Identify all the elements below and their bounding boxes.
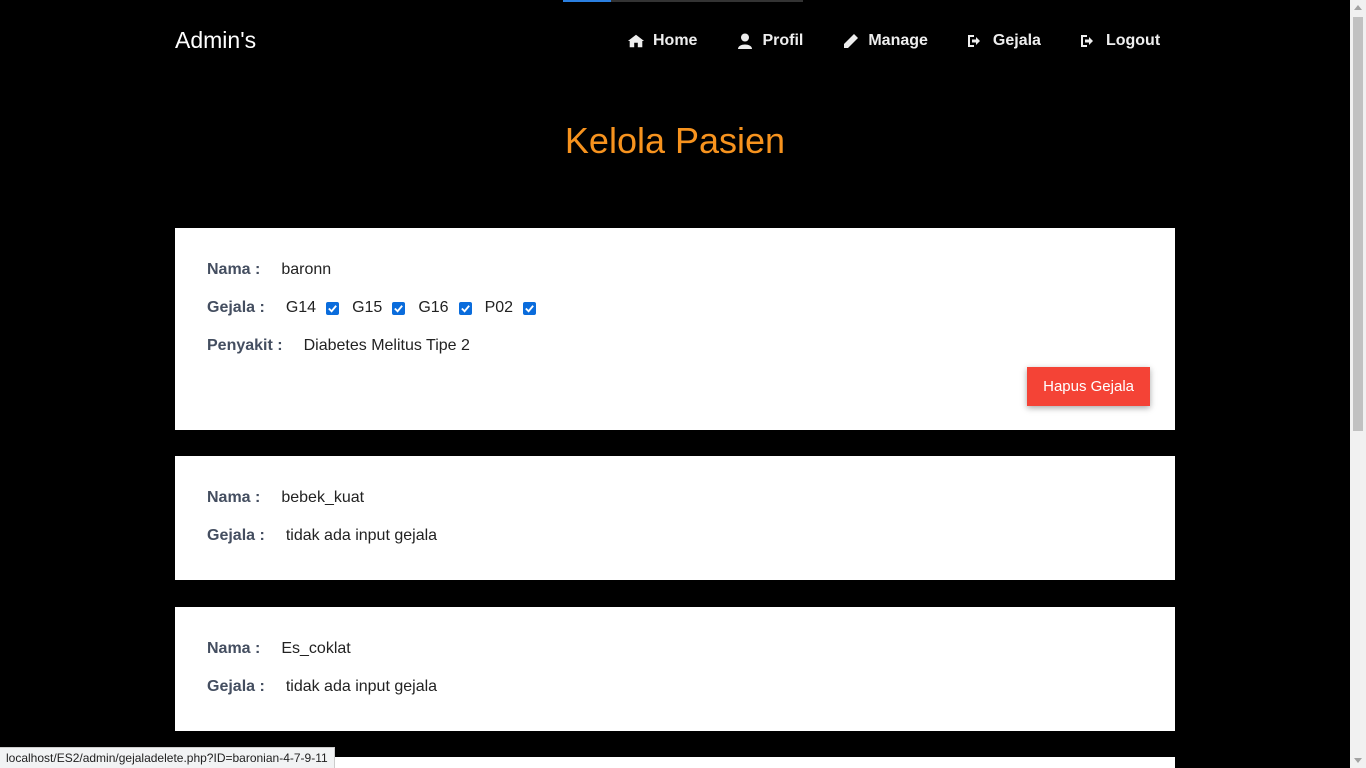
patient-penyakit-row: Penyakit : Diabetes Melitus Tipe 2 [207, 337, 470, 355]
scroll-up-icon[interactable] [1354, 5, 1362, 10]
nama-label: Nama : [207, 261, 261, 278]
main-nav: Home Profil Manage Gejala Logout [627, 30, 1160, 52]
hapus-gejala-button[interactable]: Hapus Gejala [1027, 367, 1150, 406]
scrollbar-thumb[interactable] [1353, 17, 1363, 431]
patient-name-row: Nama : bebek_kuat [207, 489, 364, 507]
patient-name-row: Nama : Es_coklat [207, 640, 351, 658]
page-title: Kelola Pasien [564, 120, 786, 161]
patient-name-row: Nama : baronn [207, 261, 331, 279]
gejala-checkbox[interactable] [523, 301, 537, 315]
gejala-label: Gejala : [207, 299, 265, 316]
gejala-label: Gejala : [207, 678, 265, 695]
vertical-scrollbar[interactable] [1350, 0, 1366, 768]
gejala-empty-text: tidak ada input gejala [285, 678, 438, 695]
patient-card: Nama : baronn Gejala : G14 G15 G16 P02 P… [175, 228, 1175, 430]
gejala-code: P02 [484, 299, 514, 316]
home-icon [627, 34, 645, 48]
nav-home[interactable]: Home [627, 30, 697, 52]
top-loading-bar [563, 0, 803, 2]
nav-profil-label: Profil [762, 32, 804, 49]
patient-penyakit: Diabetes Melitus Tipe 2 [303, 337, 470, 354]
nav-manage[interactable]: Manage [842, 30, 928, 52]
status-bar-url: localhost/ES2/admin/gejaladelete.php?ID=… [0, 747, 335, 768]
scroll-down-icon[interactable] [1354, 758, 1362, 763]
nama-label: Nama : [207, 640, 261, 657]
patient-name: bebek_kuat [281, 489, 365, 506]
nav-gejala[interactable]: Gejala [967, 30, 1041, 52]
penyakit-label: Penyakit : [207, 337, 283, 354]
gejala-checkbox[interactable] [326, 301, 340, 315]
gejala-code: G16 [418, 299, 449, 316]
nav-logout[interactable]: Logout [1080, 30, 1160, 52]
gejala-code: G14 [285, 299, 317, 316]
nav-home-label: Home [653, 32, 698, 49]
gejala-checkbox[interactable] [458, 301, 472, 315]
sign-out-icon [967, 35, 980, 47]
patient-card: Nama : bebek_kuat Gejala : tidak ada inp… [175, 456, 1175, 580]
nama-label: Nama : [207, 489, 261, 506]
gejala-checkbox[interactable] [392, 301, 406, 315]
gejala-empty-text: tidak ada input gejala [285, 527, 438, 544]
patient-name: Es_coklat [281, 640, 351, 657]
sign-out-icon [1080, 35, 1093, 47]
pencil-icon [844, 34, 859, 48]
patient-gejala-row: Gejala : tidak ada input gejala [207, 527, 437, 545]
nav-profil[interactable]: Profil [736, 30, 803, 52]
user-icon [738, 33, 753, 49]
nav-manage-label: Manage [868, 32, 928, 49]
gejala-code: G15 [352, 299, 383, 316]
gejala-label: Gejala : [207, 527, 265, 544]
patient-card: Nama : Es_coklat Gejala : tidak ada inpu… [175, 607, 1175, 731]
patient-gejala-row: Gejala : G14 G15 G16 P02 [207, 299, 549, 317]
nav-logout-label: Logout [1105, 32, 1161, 49]
brand-title[interactable]: Admin's [175, 27, 256, 54]
nav-gejala-label: Gejala [992, 32, 1041, 49]
patient-gejala-row: Gejala : tidak ada input gejala [207, 678, 437, 696]
patient-name: baronn [281, 261, 332, 278]
